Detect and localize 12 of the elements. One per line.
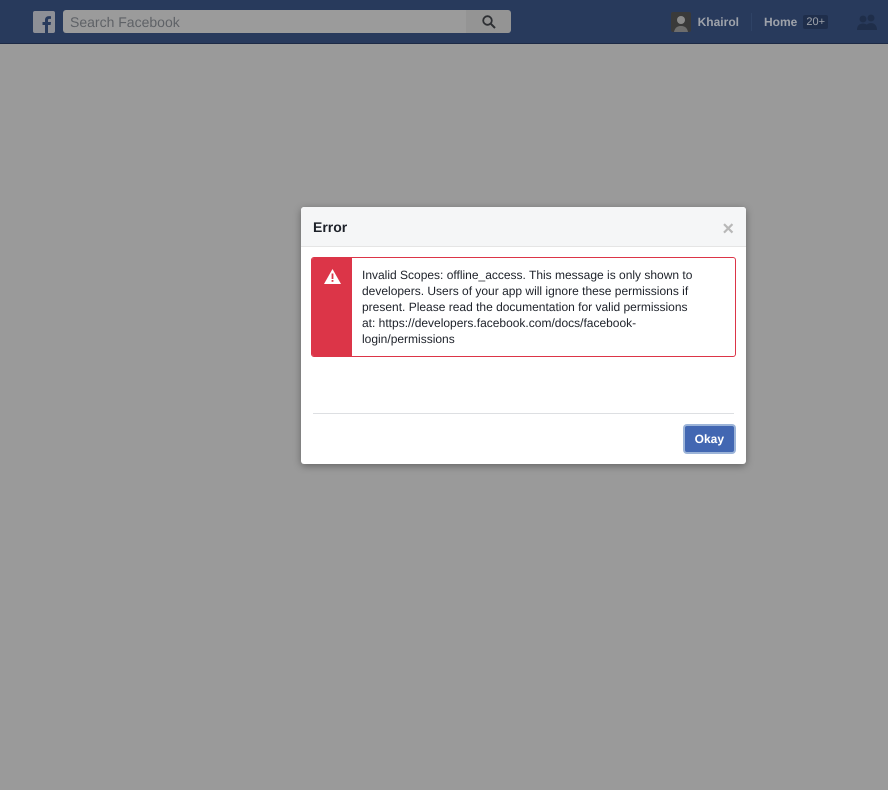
home-link[interactable]: Home — [764, 14, 798, 28]
dialog-title: Error — [313, 218, 348, 234]
error-message: Invalid Scopes: offline_access. This message is only shown to developers. Users of your app will ignore these permissions if present. Please read the documentation for valid permissions at: https://developers.facebook.com/docs/facebook-login/permissions — [361, 267, 694, 348]
facebook-logo-icon[interactable] — [33, 10, 55, 32]
search-field[interactable]: Search Facebook — [63, 10, 466, 33]
avatar[interactable] — [670, 12, 691, 32]
search-button[interactable] — [466, 10, 511, 33]
profile-link[interactable]: Khairol — [698, 14, 739, 28]
okay-button[interactable]: Okay — [684, 426, 734, 452]
warning-icon — [324, 269, 340, 284]
search-icon — [482, 14, 496, 28]
notification-count: 20+ — [803, 14, 828, 28]
